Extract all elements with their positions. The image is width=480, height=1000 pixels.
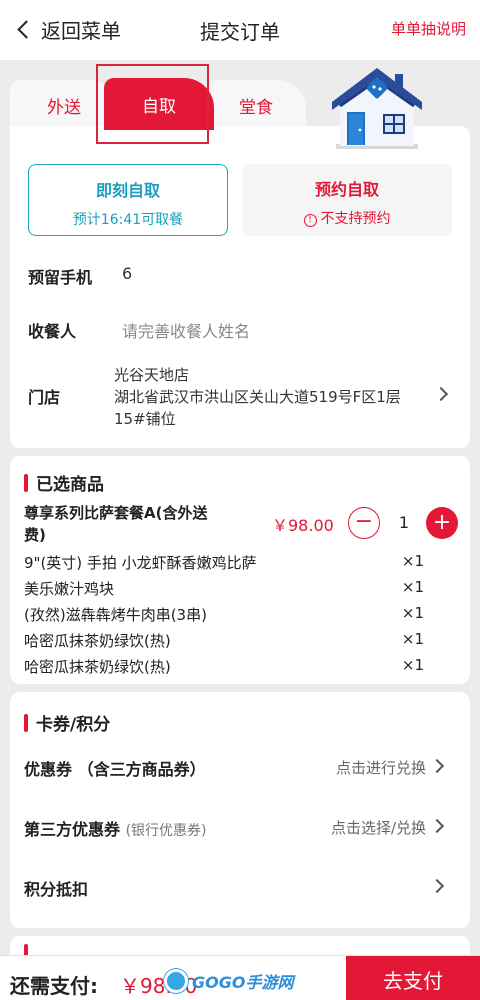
list-item: 美乐嫩汁鸡块 ×1 xyxy=(24,578,464,599)
reserve-pickup-status: ! 不支持预约 xyxy=(242,208,452,228)
store-selector[interactable]: 光谷天地店 湖北省武汉市洪山区关山大道519号F区1层15#铺位 xyxy=(114,364,424,430)
list-item: 哈密瓜抹茶奶绿饮(热) ×1 xyxy=(24,630,464,651)
tab-dine-in[interactable]: 堂食 xyxy=(206,80,306,130)
help-link[interactable]: 单单抽说明 xyxy=(391,18,466,39)
product-price: ￥98.00 xyxy=(272,516,334,535)
pickup-now-eta: 预计16:41可取餐 xyxy=(72,212,184,228)
increase-quantity-button[interactable]: + xyxy=(426,507,458,539)
coupon-label: 优惠券 （含三方商品券） xyxy=(24,760,206,779)
third-party-coupon-label: 第三方优惠券 (银行优惠券) xyxy=(24,816,207,840)
third-party-coupon-action: 点击选择/兑换 xyxy=(330,819,426,837)
chevron-right-icon xyxy=(429,878,445,894)
section-marker xyxy=(24,473,28,492)
reserve-pickup-option: 预约自取 ! 不支持预约 xyxy=(242,164,452,236)
list-item: 哈密瓜抹茶奶绿饮(热) ×1 xyxy=(24,656,464,677)
watermark-logo: GOGO手游网 xyxy=(164,966,293,996)
item-count: ×1 xyxy=(401,578,424,596)
product-name: 尊享系列比萨套餐A(含外送费) xyxy=(24,504,208,544)
coupons-card: 卡券/积分 优惠券 （含三方商品券） 点击进行兑换 第三方优惠券 (银行优惠券)… xyxy=(10,692,470,928)
item-count: ×1 xyxy=(401,604,424,622)
chevron-right-icon xyxy=(429,758,445,774)
selected-items-title-text: 已选商品 xyxy=(36,475,104,495)
item-count: ×1 xyxy=(401,656,424,674)
section-marker xyxy=(24,713,28,732)
coupons-title: 卡券/积分 xyxy=(24,710,110,735)
item-count: ×1 xyxy=(401,630,424,648)
third-party-coupon-row[interactable]: 第三方优惠券 (银行优惠券) 点击选择/兑换 xyxy=(10,806,470,846)
item-name: 哈密瓜抹茶奶绿饮(热) xyxy=(24,658,171,676)
coupon-action: 点击进行兑换 xyxy=(335,759,426,777)
third-party-coupon-sub: (银行优惠券) xyxy=(125,823,207,839)
points-label: 积分抵扣 xyxy=(24,880,89,899)
item-name: 9"(英寸) 手拍 小龙虾酥香嫩鸡比萨 xyxy=(24,554,257,572)
item-name: (孜然)滋犇犇烤牛肉串(3串) xyxy=(24,606,207,624)
pay-label: 还需支付: xyxy=(10,974,98,998)
pickup-info-card: 即刻自取 预计16:41可取餐 预约自取 ! 不支持预约 预留手机 6 收餐人 请… xyxy=(10,126,470,448)
tab-delivery[interactable]: 外送 xyxy=(10,80,118,130)
watermark-circle-icon xyxy=(164,969,188,993)
phone-field[interactable]: 6 xyxy=(122,264,132,283)
item-count: ×1 xyxy=(401,552,424,570)
tab-pickup[interactable]: 自取 xyxy=(104,78,214,130)
third-party-coupon-title: 第三方优惠券 xyxy=(24,820,121,839)
phone-label: 预留手机 xyxy=(28,268,93,287)
selected-items-card: 已选商品 尊享系列比萨套餐A(含外送费) ￥98.00 − 1 + 9"(英寸)… xyxy=(10,456,470,684)
quantity-value: 1 xyxy=(398,513,410,532)
selected-items-title: 已选商品 xyxy=(24,470,104,495)
list-item: (孜然)滋犇犇烤牛肉串(3串) ×1 xyxy=(24,604,464,625)
pickup-now-title: 即刻自取 xyxy=(95,181,160,200)
decrease-quantity-button[interactable]: − xyxy=(348,507,380,539)
store-address: 湖北省武汉市洪山区关山大道519号F区1层15#铺位 xyxy=(114,388,401,428)
warning-icon: ! xyxy=(303,214,317,227)
pickup-now-option[interactable]: 即刻自取 预计16:41可取餐 xyxy=(28,164,228,236)
points-deduction-row[interactable]: 积分抵扣 xyxy=(10,866,470,906)
item-name: 美乐嫩汁鸡块 xyxy=(24,580,115,598)
reserve-pickup-title: 预约自取 xyxy=(314,180,379,199)
store-name: 光谷天地店 xyxy=(114,366,190,384)
house-icon xyxy=(332,68,422,149)
recipient-label: 收餐人 xyxy=(28,322,77,341)
header-bar: 返回菜单 提交订单 单单抽说明 xyxy=(0,0,480,60)
list-item: 9"(英寸) 手拍 小龙虾酥香嫩鸡比萨 ×1 xyxy=(24,552,464,573)
store-label: 门店 xyxy=(28,388,61,407)
reserve-unsupported-text: 不支持预约 xyxy=(320,211,391,227)
coupons-title-text: 卡券/积分 xyxy=(36,715,111,735)
coupon-row[interactable]: 优惠券 （含三方商品券） 点击进行兑换 xyxy=(10,746,470,786)
recipient-name-input[interactable]: 请完善收餐人姓名 xyxy=(122,318,250,342)
pay-button[interactable]: 去支付 xyxy=(346,956,480,1000)
chevron-right-icon xyxy=(429,818,445,834)
watermark-text: GOGO手游网 xyxy=(192,973,294,992)
chevron-right-icon xyxy=(433,386,449,402)
item-name: 哈密瓜抹茶奶绿饮(热) xyxy=(24,632,171,650)
